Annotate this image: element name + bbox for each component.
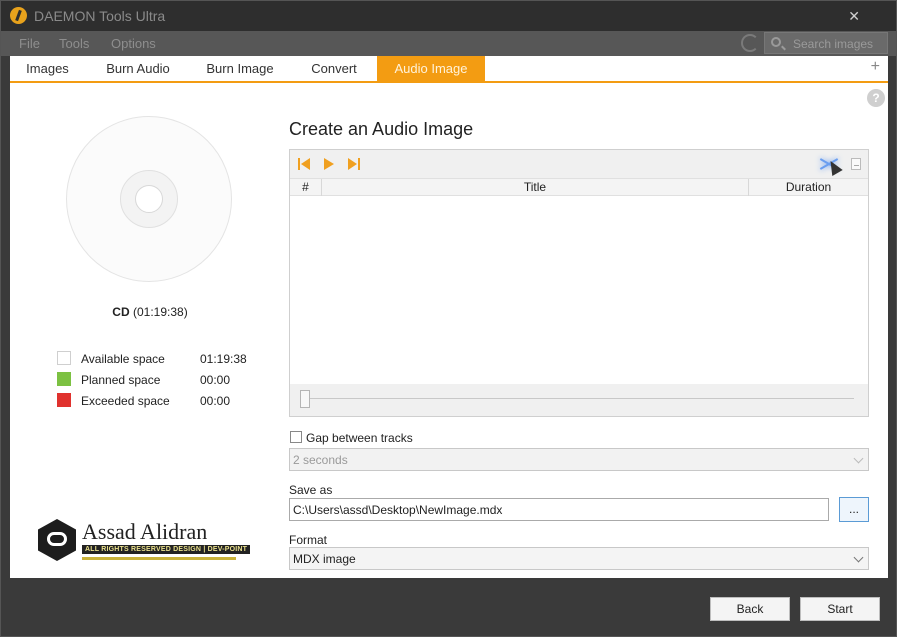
track-footer [290, 384, 868, 416]
column-duration[interactable]: Duration [749, 179, 868, 196]
skip-forward-icon[interactable] [348, 158, 360, 170]
watermark-tagline: ALL RIGHTS RESERVED DESIGN | DEV-POINT [82, 545, 251, 554]
save-as-label: Save as [289, 483, 333, 497]
play-icon[interactable] [323, 158, 335, 170]
exceeded-swatch [57, 393, 71, 407]
back-button[interactable]: Back [710, 597, 790, 621]
format-select-value: MDX image [293, 552, 356, 566]
chevron-down-icon [853, 453, 864, 464]
watermark-underline [82, 557, 236, 560]
daemon-logo-icon [10, 7, 27, 24]
page-title: Create an Audio Image [289, 119, 474, 139]
watermark-name: Assad Alidran [82, 519, 208, 544]
menu-file[interactable]: File [19, 36, 40, 51]
title-bar: DAEMON Tools Ultra ✕ [1, 1, 896, 31]
gap-select-value: 2 seconds [293, 453, 348, 467]
tab-burn-audio[interactable]: Burn Audio [95, 56, 181, 81]
disc-capacity-label: CD (01:19:38) [70, 305, 230, 319]
column-number[interactable]: # [290, 179, 322, 196]
gap-select[interactable]: 2 seconds [289, 448, 869, 471]
seek-slider-thumb[interactable] [300, 390, 310, 408]
tab-images[interactable]: Images [10, 56, 85, 81]
tab-burn-image[interactable]: Burn Image [196, 56, 284, 81]
column-title[interactable]: Title [322, 179, 749, 196]
menu-bar: File Tools Options Search images [1, 31, 896, 56]
gap-checkbox-label: Gap between tracks [306, 431, 413, 445]
menu-tools[interactable]: Tools [59, 36, 89, 51]
refresh-icon[interactable] [741, 34, 759, 52]
disc-icon [66, 116, 232, 282]
watermark-infinity-icon [47, 532, 67, 546]
available-swatch [57, 351, 71, 365]
menu-options[interactable]: Options [111, 36, 156, 51]
disc-capacity: (01:19:38) [132, 305, 188, 319]
legend-label: Planned space [81, 373, 161, 387]
add-tab-icon[interactable]: + [871, 58, 880, 76]
start-button[interactable]: Start [800, 597, 880, 621]
legend-value: 00:00 [200, 394, 231, 408]
track-toolbar [290, 150, 868, 178]
chevron-down-icon [853, 552, 864, 563]
tab-bar: Images Burn Audio Burn Image Convert Aud… [10, 56, 888, 83]
track-panel: # Title Duration [289, 149, 869, 417]
legend-value: 01:19:38 [200, 352, 247, 366]
disc-type: CD [112, 305, 130, 319]
track-table-header: # Title Duration [290, 178, 868, 196]
browse-button[interactable]: ... [839, 497, 869, 522]
footer-bar: Back Start [10, 578, 888, 628]
legend-label: Exceeded space [81, 394, 170, 408]
search-placeholder: Search images [793, 37, 874, 51]
search-icon [771, 37, 781, 47]
legend-value: 00:00 [200, 373, 231, 387]
search-input[interactable]: Search images [764, 32, 888, 54]
format-label: Format [289, 533, 328, 547]
help-icon[interactable]: ? [867, 89, 885, 107]
content-area: ? CD (01:19:38) Available space 01:19:38… [10, 83, 888, 578]
skip-back-icon[interactable] [298, 158, 310, 170]
track-list[interactable] [290, 196, 868, 384]
watermark-hex-icon [38, 519, 76, 561]
watermark-logo: Assad Alidran ALL RIGHTS RESERVED DESIGN… [38, 517, 251, 563]
disc-hole [135, 185, 163, 213]
gap-checkbox[interactable] [290, 431, 302, 443]
seek-slider-track[interactable] [302, 398, 854, 399]
format-select[interactable]: MDX image [289, 547, 869, 570]
window-title: DAEMON Tools Ultra [34, 8, 166, 24]
planned-swatch [57, 372, 71, 386]
remove-track-icon[interactable] [851, 158, 861, 170]
tab-audio-image[interactable]: Audio Image [377, 56, 485, 81]
legend-label: Available space [81, 352, 165, 366]
close-icon[interactable]: ✕ [848, 8, 860, 25]
tab-convert[interactable]: Convert [294, 56, 374, 81]
save-as-input[interactable] [289, 498, 829, 521]
app-window: DAEMON Tools Ultra ✕ File Tools Options … [0, 0, 897, 637]
